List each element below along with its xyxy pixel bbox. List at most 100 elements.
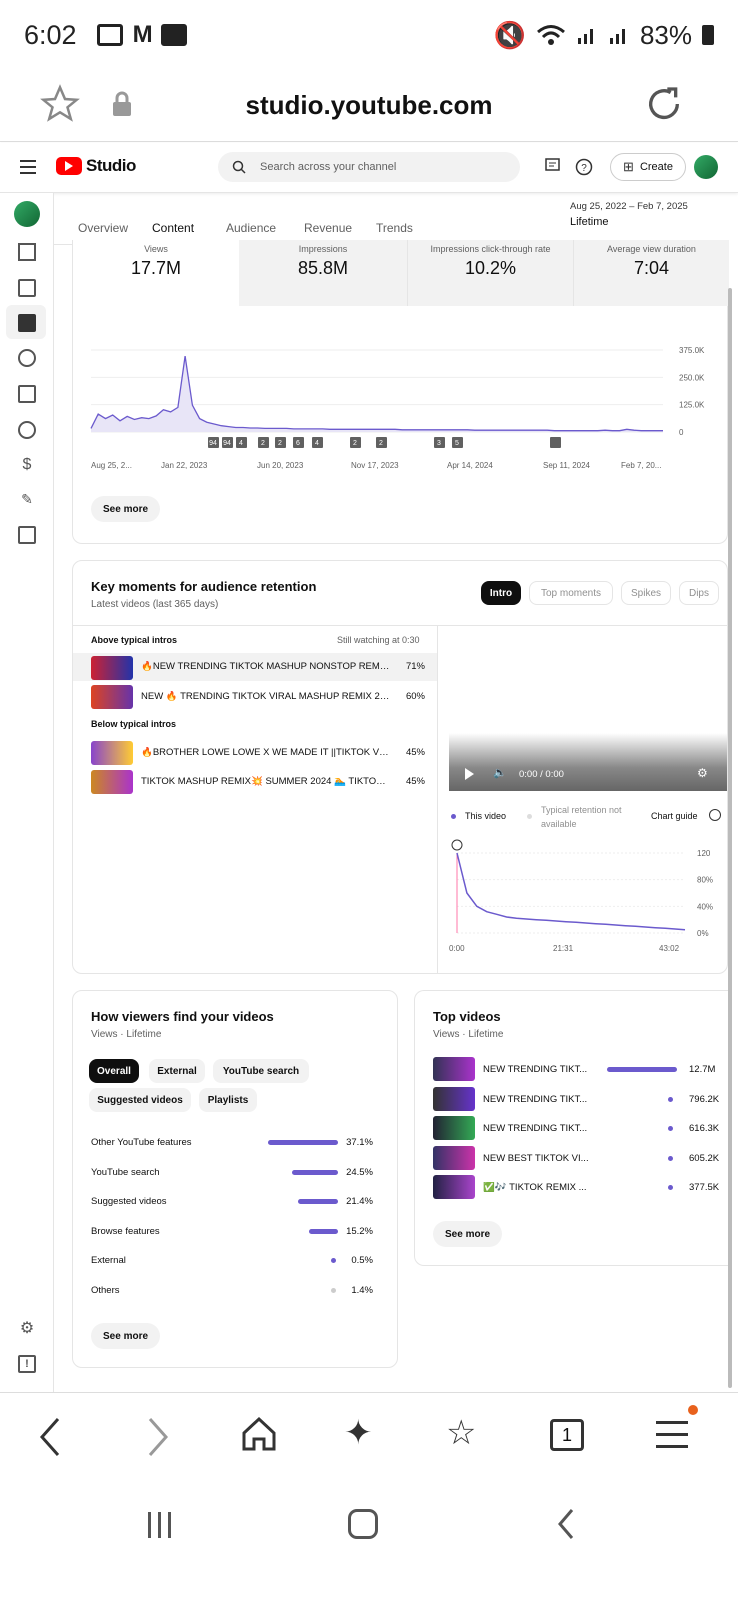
traffic-subtitle: Views · Lifetime [91,1029,162,1040]
volume-icon[interactable]: 🔈 [493,766,507,779]
pill-dips[interactable]: Dips [679,581,719,605]
date-range-picker[interactable]: Aug 25, 2022 – Feb 7, 2025 Lifetime [570,201,688,228]
video-thumbnail[interactable] [91,770,133,794]
x-tick-label: Aug 25, 2... [91,461,132,470]
y-tick-label: 0% [697,929,709,938]
top-videos-title: Top videos [433,1009,501,1024]
play-icon[interactable] [465,768,474,780]
reload-icon[interactable] [644,84,684,124]
pill-spikes[interactable]: Spikes [621,581,671,605]
pill-suggested-videos[interactable]: Suggested videos [89,1088,191,1112]
back-arrow-icon[interactable] [38,1417,62,1457]
video-thumbnail[interactable] [433,1057,475,1081]
send-feedback-icon[interactable]: ! [18,1355,36,1373]
settings-icon[interactable]: ⚙ [697,766,708,780]
see-more-button[interactable]: See more [433,1221,503,1247]
channel-avatar[interactable] [14,201,40,227]
pill-playlists[interactable]: Playlists [199,1088,257,1112]
video-thumbnail[interactable] [91,685,133,709]
video-marker[interactable] [550,437,561,448]
metric-ctr[interactable]: Impressions click-through rate 10.2% [407,240,573,306]
pill-intro[interactable]: Intro [481,581,521,605]
studio-logo[interactable]: Studio [56,156,136,176]
dashboard-icon[interactable] [18,243,36,261]
video-player[interactable]: 🔈 0:00 / 0:00 ⚙ [449,733,727,791]
metric-label: Impressions [298,244,348,254]
metric-views[interactable]: Views 17.7M [73,240,239,306]
video-title[interactable]: NEW TRENDING TIKT... [483,1064,593,1075]
recents-icon[interactable] [146,1510,174,1540]
see-more-button[interactable]: See more [91,496,161,522]
pill-overall[interactable]: Overall [89,1059,139,1083]
info-icon[interactable] [709,809,721,821]
retention-chart[interactable]: 120 80% 40% 0% 0:00 21:31 43:02 [449,839,728,959]
pill-top-moments[interactable]: Top moments [529,581,613,605]
forward-arrow-icon[interactable] [146,1417,170,1457]
menu-icon[interactable] [656,1421,688,1449]
video-title[interactable]: NEW 🔥 TRENDING TIKTOK VIRAL MASHUP REMIX… [141,691,391,702]
copyright-icon[interactable] [18,421,36,439]
avatar[interactable] [694,155,718,179]
metric-value: 17.7M [130,258,182,278]
home-button[interactable] [348,1509,378,1539]
tab-revenue[interactable]: Revenue [304,221,352,235]
x-tick-label: 0:00 [449,944,465,953]
help-icon[interactable]: ? [575,158,593,176]
still-watching-label: Still watching at 0:30 [337,635,420,645]
video-thumbnail[interactable] [433,1086,475,1111]
video-thumbnail[interactable] [433,1116,475,1140]
chart-guide-link[interactable]: Chart guide [651,811,698,821]
studio-brand: Studio [86,156,136,175]
battery-icon [702,25,714,45]
pill-youtube-search[interactable]: YouTube search [213,1059,309,1083]
views-bar [668,1096,673,1102]
signal-icon [577,29,593,44]
audio-library-icon[interactable] [18,526,36,544]
video-title[interactable]: ✅🎶 TIKTOK REMIX ... [483,1182,593,1193]
system-back-icon[interactable] [556,1508,576,1540]
video-thumbnail[interactable] [433,1145,475,1170]
video-thumbnail[interactable] [91,741,133,765]
subtitles-icon[interactable] [18,385,36,403]
retention-card: Key moments for audience retention Lates… [72,560,728,974]
see-more-button[interactable]: See more [91,1323,161,1349]
bookmarks-icon[interactable]: ☆ [446,1413,476,1453]
video-thumbnail[interactable] [433,1175,475,1199]
feedback-icon[interactable] [545,158,561,174]
create-button[interactable]: ⊞ Create [610,153,686,181]
video-title[interactable]: NEW BEST TIKTOK VI... [483,1153,593,1164]
tab-overview[interactable]: Overview [78,221,128,235]
traffic-bar [297,1199,338,1204]
pill-external[interactable]: External [149,1059,205,1083]
url-text[interactable]: studio.youtube.com [0,90,738,121]
info-icon[interactable] [451,839,463,851]
search-icon [232,160,246,174]
tabs-icon[interactable]: 1 [550,1419,584,1451]
customization-icon[interactable]: ✎ [18,491,36,509]
clock: 6:02 [24,19,77,50]
video-title[interactable]: NEW TRENDING TIKT... [483,1094,593,1105]
analytics-tabs: Overview Content Audience Revenue Trends… [54,193,728,245]
community-icon[interactable] [18,349,36,367]
traffic-pct: 37.1% [346,1137,373,1148]
search-input[interactable]: Search across your channel [218,152,520,182]
settings-icon[interactable]: ⚙ [18,1320,36,1338]
video-title[interactable]: NEW TRENDING TIKT... [483,1123,593,1134]
home-icon[interactable] [240,1415,278,1453]
scrollbar[interactable] [728,288,732,1388]
y-tick-label: 120 [697,849,711,858]
content-icon[interactable] [18,279,36,297]
menu-icon[interactable] [20,160,36,174]
views-chart[interactable]: 375.0K 250.0K 125.0K 0 94 94 4 2 2 6 4 2 2 3 5 Aug 25, … [73,330,729,490]
video-title[interactable]: TIKTOK MASHUP REMIX💥 SUMMER 2024 🏊 TIKTO… [141,776,391,787]
tab-trends[interactable]: Trends [376,221,413,235]
metric-impressions[interactable]: Impressions 85.8M [239,240,407,306]
gallery-icon [96,24,123,46]
metric-avd[interactable]: Average view duration 7:04 [573,240,729,306]
traffic-pct: 0.5% [351,1255,373,1266]
earn-icon[interactable]: $ [18,456,36,474]
assistant-sparkle-icon[interactable]: ✦ [344,1413,373,1453]
video-title[interactable]: 🔥BROTHER LOWE LOWE X WE MADE IT ||TIKTOK… [141,747,391,758]
tab-audience[interactable]: Audience [226,221,276,235]
views-area [91,356,663,432]
